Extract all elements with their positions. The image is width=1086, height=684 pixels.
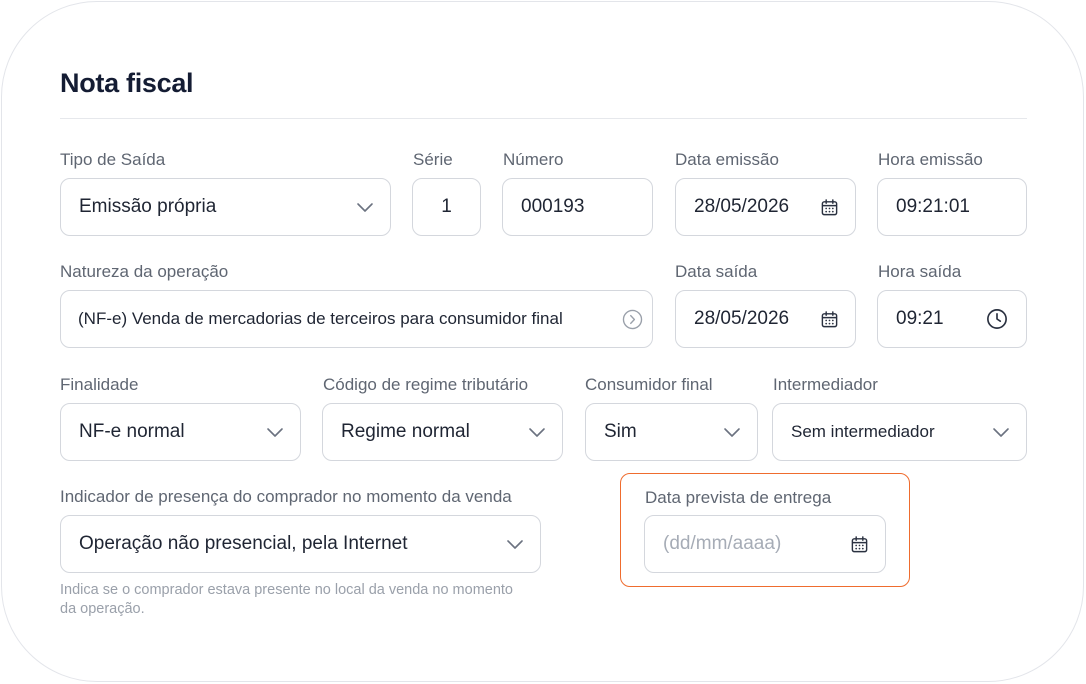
hora-emissao-label: Hora emissão — [878, 150, 983, 169]
data-saida-label: Data saída — [675, 262, 758, 281]
numero-label: Número — [503, 150, 564, 169]
hora-emissao-value: 09:21:01 — [896, 196, 970, 217]
calendar-icon[interactable] — [820, 310, 839, 329]
hora-emissao-input[interactable]: 09:21:01 — [877, 178, 1027, 236]
tipo-saida-value: Emissão própria — [79, 196, 217, 217]
data-prevista-entrega-label: Data prevista de entrega — [645, 488, 832, 507]
chevron-right-circle-icon[interactable] — [622, 309, 643, 330]
chevron-down-icon — [529, 428, 545, 437]
natureza-operacao-value: (NF-e) Venda de mercadorias de terceiros… — [78, 309, 563, 328]
page-title: Nota fiscal — [60, 68, 194, 98]
consumidor-final-select[interactable]: Sim — [585, 403, 758, 461]
chevron-down-icon — [507, 540, 523, 549]
chevron-down-icon — [267, 428, 283, 437]
chevron-down-icon — [724, 428, 740, 437]
regime-tributario-label: Código de regime tributário — [323, 375, 529, 394]
clock-icon[interactable] — [986, 308, 1008, 330]
consumidor-final-label: Consumidor final — [585, 375, 713, 394]
title-divider — [60, 118, 1027, 119]
data-saida-input[interactable]: 28/05/2026 — [675, 290, 856, 348]
tipo-saida-select[interactable]: Emissão própria — [60, 178, 391, 236]
intermediador-value: Sem intermediador — [791, 422, 935, 441]
intermediador-select[interactable]: Sem intermediador — [772, 403, 1027, 461]
data-emissao-value: 28/05/2026 — [694, 196, 790, 217]
natureza-operacao-input[interactable]: (NF-e) Venda de mercadorias de terceiros… — [60, 290, 653, 348]
numero-value: 000193 — [521, 196, 585, 217]
chevron-down-icon — [357, 203, 373, 212]
finalidade-select[interactable]: NF-e normal — [60, 403, 301, 461]
consumidor-final-value: Sim — [604, 421, 637, 442]
regime-tributario-select[interactable]: Regime normal — [322, 403, 563, 461]
hora-saida-label: Hora saída — [878, 262, 962, 281]
tipo-saida-label: Tipo de Saída — [60, 150, 166, 169]
numero-input[interactable]: 000193 — [502, 178, 653, 236]
indicador-presenca-select[interactable]: Operação não presencial, pela Internet — [60, 515, 541, 573]
natureza-operacao-label: Natureza da operação — [60, 262, 229, 281]
calendar-icon[interactable] — [850, 535, 869, 554]
regime-tributario-value: Regime normal — [341, 421, 470, 442]
indicador-presenca-hint: Indica se o comprador estava presente no… — [60, 582, 513, 617]
chevron-down-icon — [993, 428, 1009, 437]
hora-saida-value: 09:21 — [896, 308, 944, 329]
hora-saida-input[interactable]: 09:21 — [877, 290, 1027, 348]
intermediador-label: Intermediador — [773, 375, 878, 394]
finalidade-value: NF-e normal — [79, 421, 185, 442]
indicador-presenca-label: Indicador de presença do comprador no mo… — [60, 487, 512, 506]
data-saida-value: 28/05/2026 — [694, 308, 790, 329]
serie-label: Série — [413, 150, 453, 169]
data-prevista-entrega-placeholder: (dd/mm/aaaa) — [663, 533, 782, 554]
data-emissao-label: Data emissão — [675, 150, 779, 169]
finalidade-label: Finalidade — [60, 375, 139, 394]
indicador-presenca-value: Operação não presencial, pela Internet — [79, 533, 408, 554]
data-prevista-entrega-input[interactable]: (dd/mm/aaaa) — [644, 515, 886, 573]
serie-value: 1 — [441, 196, 452, 217]
data-emissao-input[interactable]: 28/05/2026 — [675, 178, 856, 236]
calendar-icon[interactable] — [820, 198, 839, 217]
serie-input[interactable]: 1 — [412, 178, 481, 236]
